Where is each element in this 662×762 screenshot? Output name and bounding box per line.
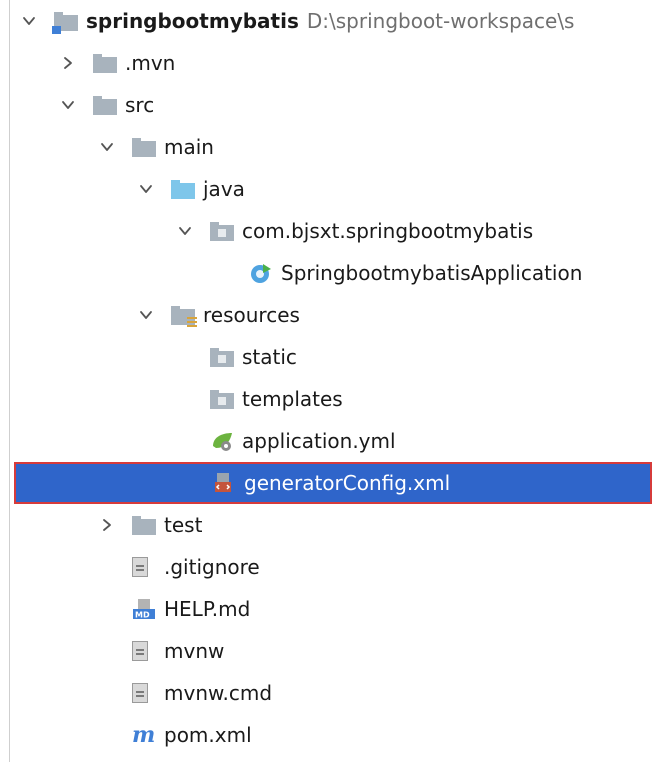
tree-item-label: resources xyxy=(203,303,300,327)
tree-row-test[interactable]: test xyxy=(12,504,662,546)
tree-item-label: .gitignore xyxy=(164,555,260,579)
tree-row-pom-xml[interactable]: m pom.xml xyxy=(12,714,662,756)
tree-item-label: HELP.md xyxy=(164,597,251,621)
tree-item-label: application.yml xyxy=(242,429,396,453)
tree-item-label: springbootmybatis xyxy=(86,9,299,33)
tree-row-static[interactable]: static xyxy=(12,336,662,378)
tree-row-mvn[interactable]: .mvn xyxy=(12,42,662,84)
tree-row-generatorconfig-xml[interactable]: generatorConfig.xml xyxy=(14,462,652,504)
text-file-icon xyxy=(132,640,158,662)
spring-config-icon xyxy=(210,430,236,452)
chevron-down-icon[interactable] xyxy=(18,10,40,32)
tree-item-label: generatorConfig.xml xyxy=(244,471,451,495)
module-folder-icon xyxy=(52,10,80,34)
text-file-icon xyxy=(132,682,158,704)
folder-icon xyxy=(132,136,158,158)
folder-icon xyxy=(93,52,119,74)
folder-icon xyxy=(93,94,119,116)
tree-item-label: SpringbootmybatisApplication xyxy=(281,261,583,285)
source-folder-icon xyxy=(171,178,197,200)
svg-text:MD: MD xyxy=(135,611,150,620)
tree-row-src[interactable]: src xyxy=(12,84,662,126)
tree-row-templates[interactable]: templates xyxy=(12,378,662,420)
tree-row-help-md[interactable]: MD HELP.md xyxy=(12,588,662,630)
tree-row-mvnw-cmd[interactable]: mvnw.cmd xyxy=(12,672,662,714)
tree-item-label: main xyxy=(164,135,214,159)
xml-file-icon xyxy=(212,472,238,494)
chevron-down-icon[interactable] xyxy=(135,304,157,326)
tree-item-label: test xyxy=(164,513,203,537)
tree-item-label: pom.xml xyxy=(164,723,252,747)
tree-row-com-bjsxt-springbootmybatis[interactable]: com.bjsxt.springbootmybatis xyxy=(12,210,662,252)
chevron-down-icon[interactable] xyxy=(135,178,157,200)
chevron-down-icon[interactable] xyxy=(57,94,79,116)
markdown-file-icon: MD xyxy=(132,598,158,620)
tree-item-label: com.bjsxt.springbootmybatis xyxy=(242,219,534,243)
tree-row-mvnw[interactable]: mvnw xyxy=(12,630,662,672)
chevron-right-icon[interactable] xyxy=(57,52,79,74)
folder-icon xyxy=(132,514,158,536)
package-icon xyxy=(210,388,236,410)
chevron-right-icon[interactable] xyxy=(96,514,118,536)
resources-folder-icon xyxy=(171,304,197,328)
tree-row-springbootmybatis[interactable]: springbootmybatis D:\springboot-workspace… xyxy=(12,0,662,42)
tree-item-label: templates xyxy=(242,387,343,411)
tree-row-gitignore[interactable]: .gitignore xyxy=(12,546,662,588)
package-icon xyxy=(210,346,236,368)
tree-row-application-yml[interactable]: application.yml xyxy=(12,420,662,462)
package-icon xyxy=(210,220,236,242)
text-file-icon xyxy=(132,556,158,578)
project-tree[interactable]: springbootmybatis D:\springboot-workspace… xyxy=(0,0,662,762)
maven-icon: m xyxy=(132,722,156,748)
tree-row-springbootmybatisapplication[interactable]: SpringbootmybatisApplication xyxy=(12,252,662,294)
spring-boot-class-icon xyxy=(249,262,275,284)
tree-item-label: .mvn xyxy=(125,51,176,75)
chevron-down-icon[interactable] xyxy=(96,136,118,158)
tree-row-main[interactable]: main xyxy=(12,126,662,168)
tree-item-label: mvnw xyxy=(164,639,225,663)
tree-row-java[interactable]: java xyxy=(12,168,662,210)
project-path: D:\springboot-workspace\s xyxy=(306,9,575,33)
tree-item-label: mvnw.cmd xyxy=(164,681,273,705)
chevron-down-icon[interactable] xyxy=(174,220,196,242)
tree-row-resources[interactable]: resources xyxy=(12,294,662,336)
tree-item-label: static xyxy=(242,345,297,369)
tree-item-label: src xyxy=(125,93,155,117)
tree-item-label: java xyxy=(203,177,245,201)
